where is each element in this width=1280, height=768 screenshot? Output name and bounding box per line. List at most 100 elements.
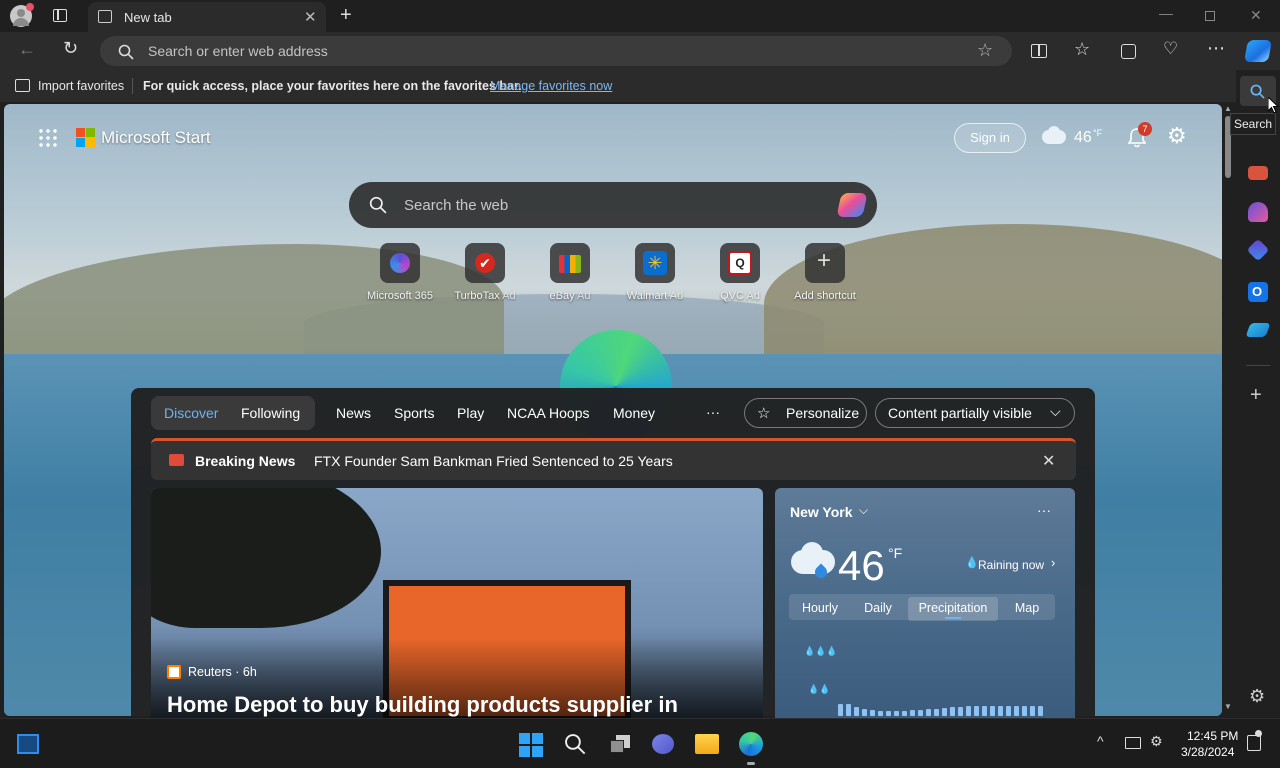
tab-discover[interactable]: Discover bbox=[164, 405, 218, 421]
teams-chat-icon[interactable] bbox=[652, 734, 674, 754]
precipitation-bar bbox=[1030, 706, 1035, 716]
profile-avatar[interactable] bbox=[10, 3, 34, 27]
precipitation-bar bbox=[926, 709, 931, 716]
raindrop-icon: 💧 bbox=[965, 557, 979, 569]
collections-icon[interactable] bbox=[1121, 44, 1136, 59]
file-explorer-icon[interactable] bbox=[695, 734, 719, 754]
precipitation-bar bbox=[862, 709, 867, 716]
chevron-down-icon[interactable]: ⌵ bbox=[859, 503, 868, 518]
breaking-news-bar[interactable]: Breaking News FTX Founder Sam Bankman Fr… bbox=[151, 438, 1076, 480]
favorite-star-icon[interactable]: ☆ bbox=[977, 40, 993, 61]
content-visibility-dropdown[interactable]: Content partially visible ⌵ bbox=[875, 398, 1075, 428]
restore-icon[interactable] bbox=[1205, 11, 1215, 21]
minimize-icon[interactable]: — bbox=[1159, 5, 1173, 21]
network-icon[interactable]: ⚙ bbox=[1150, 733, 1163, 750]
tab-new-tab[interactable]: New tab ✕ bbox=[88, 2, 326, 32]
copilot-icon[interactable] bbox=[836, 193, 868, 217]
close-tab-icon[interactable]: ✕ bbox=[304, 8, 317, 26]
shortcut-qvc[interactable]: Q bbox=[720, 243, 760, 283]
tooltip-text: Search bbox=[1233, 117, 1273, 131]
back-icon[interactable]: ← bbox=[18, 39, 36, 60]
weather-tab-precipitation[interactable]: Precipitation bbox=[908, 597, 998, 621]
add-shortcut-button[interactable]: + bbox=[805, 243, 845, 283]
shortcut-label: Walmart Ad bbox=[626, 290, 684, 302]
brand-title[interactable]: Microsoft Start bbox=[101, 128, 211, 148]
sidebar-settings-icon[interactable]: ⚙ bbox=[1249, 686, 1265, 707]
weather-card-temp: 46 bbox=[838, 542, 885, 589]
header-weather[interactable]: 46 °F bbox=[1040, 124, 1106, 152]
microsoft365-icon[interactable] bbox=[1246, 238, 1270, 262]
address-bar[interactable]: Search or enter web address ☆ bbox=[100, 36, 1012, 66]
outlook-icon[interactable]: O bbox=[1248, 282, 1268, 302]
page-settings-icon[interactable]: ⚙ bbox=[1167, 123, 1187, 149]
breaking-news-headline[interactable]: FTX Founder Sam Bankman Fried Sentenced … bbox=[314, 453, 673, 469]
scroll-down-icon[interactable]: ▼ bbox=[1224, 702, 1232, 711]
visibility-label: Content partially visible bbox=[888, 405, 1032, 421]
show-hidden-icons-icon[interactable]: ^ bbox=[1097, 733, 1104, 749]
sign-in-label: Sign in bbox=[970, 130, 1010, 145]
article-title[interactable]: Home Depot to buy building products supp… bbox=[167, 692, 678, 718]
search-icon bbox=[118, 44, 134, 60]
chevron-right-icon[interactable]: › bbox=[1051, 555, 1055, 570]
taskbar-time[interactable]: 12:45 PM bbox=[1187, 729, 1238, 743]
web-search-box[interactable]: Search the web bbox=[349, 182, 877, 228]
shortcut-microsoft365[interactable] bbox=[380, 243, 420, 283]
close-icon[interactable]: ✕ bbox=[1042, 451, 1055, 471]
shortcut-ebay[interactable] bbox=[550, 243, 590, 283]
import-favorites-button[interactable]: Import favorites bbox=[38, 79, 124, 93]
weather-tab-daily[interactable]: Daily bbox=[852, 597, 904, 621]
more-menu-icon[interactable]: ⋯ bbox=[1207, 38, 1225, 59]
nav-play[interactable]: Play bbox=[457, 405, 484, 421]
shortcut-label: QVC Ad bbox=[720, 290, 760, 302]
nav-news[interactable]: News bbox=[336, 405, 371, 421]
taskbar-date[interactable]: 3/28/2024 bbox=[1181, 745, 1234, 759]
sign-in-button[interactable]: Sign in bbox=[954, 123, 1026, 153]
weather-city[interactable]: New York bbox=[790, 504, 853, 520]
drop-icon[interactable] bbox=[1245, 323, 1271, 337]
shortcut-turbotax[interactable]: ✔ bbox=[465, 243, 505, 283]
precipitation-bar bbox=[894, 711, 899, 716]
games-icon[interactable] bbox=[1248, 202, 1268, 222]
tools-icon[interactable] bbox=[1248, 166, 1268, 180]
weather-tab-hourly[interactable]: Hourly bbox=[790, 597, 850, 621]
close-window-icon[interactable]: ✕ bbox=[1250, 7, 1262, 24]
walmart-icon: ✳ bbox=[643, 251, 667, 275]
weather-more-icon[interactable]: ··· bbox=[1037, 502, 1051, 518]
task-view-icon[interactable] bbox=[610, 735, 630, 753]
page-scrollbar[interactable]: ▲ ▼ bbox=[1222, 104, 1234, 716]
notifications-icon[interactable] bbox=[1247, 730, 1262, 751]
edge-taskbar-icon[interactable] bbox=[739, 732, 763, 756]
search-icon bbox=[369, 196, 387, 214]
apps-launcher-icon[interactable] bbox=[38, 128, 58, 148]
add-sidebar-app-icon[interactable]: + bbox=[1250, 384, 1262, 407]
nav-ncaa-hoops[interactable]: NCAA Hoops bbox=[507, 405, 589, 421]
article-card[interactable]: Reuters · 6h Home Depot to buy building … bbox=[151, 488, 763, 718]
scroll-up-icon[interactable]: ▲ bbox=[1224, 104, 1232, 113]
tab-following[interactable]: Following bbox=[241, 405, 300, 421]
more-nav-button[interactable]: ··· bbox=[706, 404, 720, 420]
split-screen-icon[interactable] bbox=[1031, 44, 1047, 58]
weather-status[interactable]: Raining now bbox=[978, 558, 1044, 572]
nav-money[interactable]: Money bbox=[613, 405, 655, 421]
precipitation-bar bbox=[1006, 706, 1011, 716]
search-icon[interactable] bbox=[564, 733, 586, 755]
manage-favorites-link[interactable]: Manage favorites now bbox=[490, 79, 612, 93]
notification-badge: 7 bbox=[1138, 122, 1152, 136]
copilot-icon[interactable] bbox=[1244, 40, 1272, 62]
weather-tab-map[interactable]: Map bbox=[1002, 597, 1052, 621]
new-tab-plus-icon[interactable]: + bbox=[340, 4, 352, 27]
nav-sports[interactable]: Sports bbox=[394, 405, 434, 421]
personalize-button[interactable]: ☆ Personalize bbox=[744, 398, 867, 428]
shortcut-walmart[interactable]: ✳ bbox=[635, 243, 675, 283]
notification-count: 7 bbox=[1142, 124, 1148, 134]
favorites-icon[interactable]: ☆ bbox=[1074, 39, 1090, 60]
precipitation-bar bbox=[838, 704, 843, 716]
refresh-icon[interactable]: ↻ bbox=[63, 38, 78, 59]
display-icon[interactable] bbox=[1125, 737, 1141, 749]
tab-actions-icon[interactable] bbox=[53, 9, 67, 22]
browser-essentials-icon[interactable]: ♡ bbox=[1163, 39, 1178, 59]
widgets-icon[interactable] bbox=[17, 734, 39, 754]
tree-silhouette bbox=[151, 488, 381, 628]
start-button[interactable] bbox=[519, 733, 543, 757]
notifications-bell-icon[interactable]: 7 bbox=[1127, 122, 1152, 148]
